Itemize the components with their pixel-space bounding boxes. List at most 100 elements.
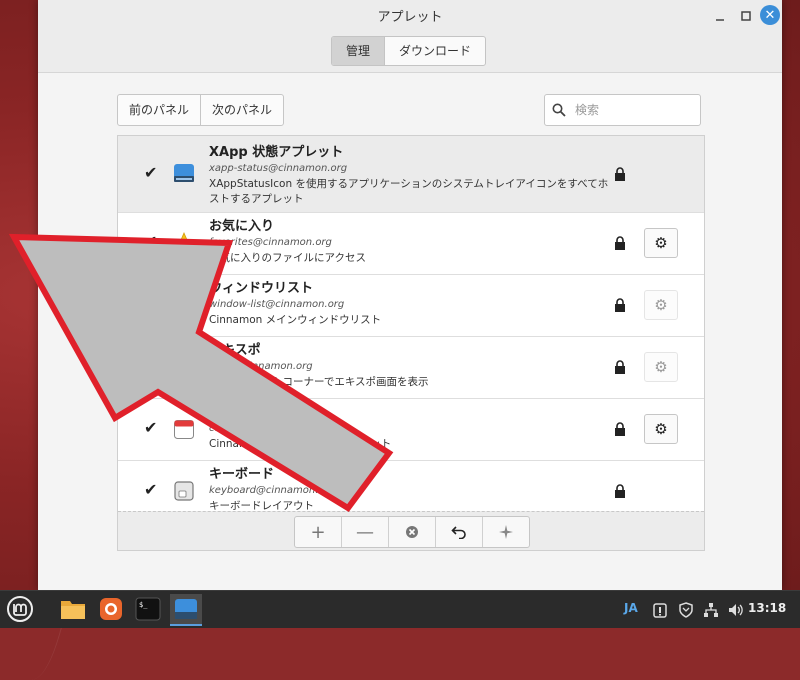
taskbar-applets-window[interactable] <box>170 594 202 626</box>
folder-icon <box>61 601 85 619</box>
list-item[interactable]: ✔ お気に入り favorites@cinnamon.org お気に入りのファイ… <box>118 213 704 275</box>
close-icon: ✕ <box>764 7 776 23</box>
panel-icon <box>175 599 197 619</box>
applet-description: パネルやホットコーナーでエキスポ画面を表示 <box>209 376 429 388</box>
applet-description: Cinnamon 用のカレンダーアプレット <box>209 438 392 450</box>
applet-info: エキスポ expo@cinnamon.org パネルやホットコーナーでエキスポ画… <box>209 342 609 390</box>
maximize-icon <box>741 11 751 21</box>
gear-icon: ⚙ <box>654 358 668 376</box>
calendar-icon <box>174 420 194 439</box>
list-action-bar: + — <box>118 511 704 550</box>
volume-icon <box>729 603 743 616</box>
lock-icon <box>615 167 625 181</box>
close-button[interactable]: ✕ <box>760 5 780 25</box>
window-list-icon <box>174 298 194 312</box>
taskbar-terminal[interactable]: $_ <box>133 594 163 624</box>
undo-button[interactable] <box>436 517 483 547</box>
applet-uuid: favorites@cinnamon.org <box>209 237 332 248</box>
panel-icon <box>174 164 194 182</box>
view-switcher: 管理 ダウンロード <box>331 36 487 66</box>
taskbar: $_ JA 13:18 <box>0 590 800 628</box>
minimize-button[interactable] <box>710 7 730 25</box>
applet-name: カレンダー <box>209 405 275 420</box>
firefox-icon <box>100 598 122 620</box>
clock[interactable]: 13:18 <box>748 601 786 615</box>
uninstall-button[interactable] <box>389 517 436 547</box>
applet-uuid: expo@cinnamon.org <box>209 361 313 372</box>
check-icon: ✔ <box>144 418 158 437</box>
taskbar-firefox[interactable] <box>96 594 126 624</box>
svg-text:$_: $_ <box>139 601 148 609</box>
add-button[interactable]: + <box>295 517 342 547</box>
applet-info: XApp 状態アプレット xapp-status@cinnamon.org XA… <box>209 144 609 207</box>
star-icon <box>173 232 195 253</box>
update-icon <box>653 602 667 618</box>
list-item[interactable]: ✔ XApp 状態アプレット xapp-status@cinnamon.org … <box>118 136 704 213</box>
configure-button[interactable]: ⚙ <box>644 290 678 320</box>
restore-button[interactable] <box>483 517 529 547</box>
lock-icon <box>615 484 625 498</box>
configure-button[interactable]: ⚙ <box>644 352 678 382</box>
applet-uuid: window-list@cinnamon.org <box>209 299 345 310</box>
applet-name: エキスポ <box>209 343 261 358</box>
undo-icon <box>451 526 466 539</box>
terminal-icon: $_ <box>135 597 161 621</box>
expo-icon <box>174 359 194 375</box>
keyboard-language[interactable]: JA <box>624 601 638 615</box>
network-icon <box>704 602 718 617</box>
titlebar: アプレット ✕ 管理 ダウンロード <box>38 0 782 73</box>
gear-icon: ⚙ <box>654 420 668 438</box>
maximize-button[interactable] <box>736 7 756 25</box>
remove-icon: — <box>356 521 374 543</box>
tab-manage[interactable]: 管理 <box>332 37 386 65</box>
menu-button[interactable] <box>4 594 36 624</box>
keyboard-icon <box>174 481 194 501</box>
applet-name: XApp 状態アプレット <box>209 145 344 160</box>
applet-info: お気に入り favorites@cinnamon.org お気に入りのファイルに… <box>209 218 609 266</box>
lock-icon <box>615 298 625 312</box>
list-item[interactable]: ✔ エキスポ expo@cinnamon.org パネルやホットコーナーでエキス… <box>118 337 704 399</box>
applet-description: お気に入りのファイルにアクセス <box>209 252 366 264</box>
mint-logo-icon <box>7 596 33 622</box>
next-panel-button[interactable]: 次のパネル <box>201 95 283 125</box>
system-tray <box>652 591 745 628</box>
lock-icon <box>615 236 625 250</box>
applet-name: ウィンドウリスト <box>209 281 314 296</box>
minimize-icon <box>716 19 724 21</box>
search-box[interactable] <box>544 94 701 126</box>
applet-uuid: xapp-status@cinnamon.org <box>209 163 348 174</box>
list-action-buttons: + — <box>294 516 530 548</box>
applet-description: Cinnamon メインウィンドウリスト <box>209 314 382 326</box>
taskbar-files[interactable] <box>58 594 88 624</box>
applet-info: カレンダー calendar@cinnamon.org Cinnamon 用のカ… <box>209 404 609 452</box>
check-icon: ✔ <box>144 356 158 375</box>
applet-name: キーボード <box>209 467 275 482</box>
prev-panel-button[interactable]: 前のパネル <box>118 95 202 125</box>
applet-uuid: calendar@cinnamon.org <box>209 423 332 434</box>
applet-name: お気に入り <box>209 219 275 234</box>
list-item[interactable]: ✔ カレンダー calendar@cinnamon.org Cinnamon 用… <box>118 399 704 461</box>
applet-uuid: keyboard@cinnamon.org <box>209 485 335 496</box>
remove-button[interactable]: — <box>342 517 389 547</box>
add-icon: + <box>310 521 326 543</box>
lock-icon <box>615 422 625 436</box>
gear-icon: ⚙ <box>654 234 668 252</box>
configure-button[interactable]: ⚙ <box>644 228 678 258</box>
applet-list: ✔ XApp 状態アプレット xapp-status@cinnamon.org … <box>117 135 705 551</box>
check-icon: ✔ <box>144 163 158 182</box>
applet-info: ウィンドウリスト window-list@cinnamon.org Cinnam… <box>209 280 609 328</box>
search-input[interactable] <box>573 102 692 118</box>
list-item[interactable]: ✔ キーボード keyboard@cinnamon.org キーボードレイアウト <box>118 461 704 512</box>
window-title: アプレット <box>377 10 443 25</box>
check-icon: ✔ <box>144 232 158 251</box>
configure-button[interactable]: ⚙ <box>644 414 678 444</box>
search-icon <box>545 103 573 117</box>
tab-download[interactable]: ダウンロード <box>385 37 485 65</box>
list-item[interactable]: ✔ ウィンドウリスト window-list@cinnamon.org Cinn… <box>118 275 704 337</box>
gear-icon: ⚙ <box>654 296 668 314</box>
check-icon: ✔ <box>144 480 158 499</box>
check-icon: ✔ <box>144 294 158 313</box>
shield-icon <box>679 601 693 618</box>
sparkle-icon <box>499 525 513 539</box>
applet-description: XAppStatusIcon を使用するアプリケーションのシステムトレイアイコン… <box>209 178 609 205</box>
